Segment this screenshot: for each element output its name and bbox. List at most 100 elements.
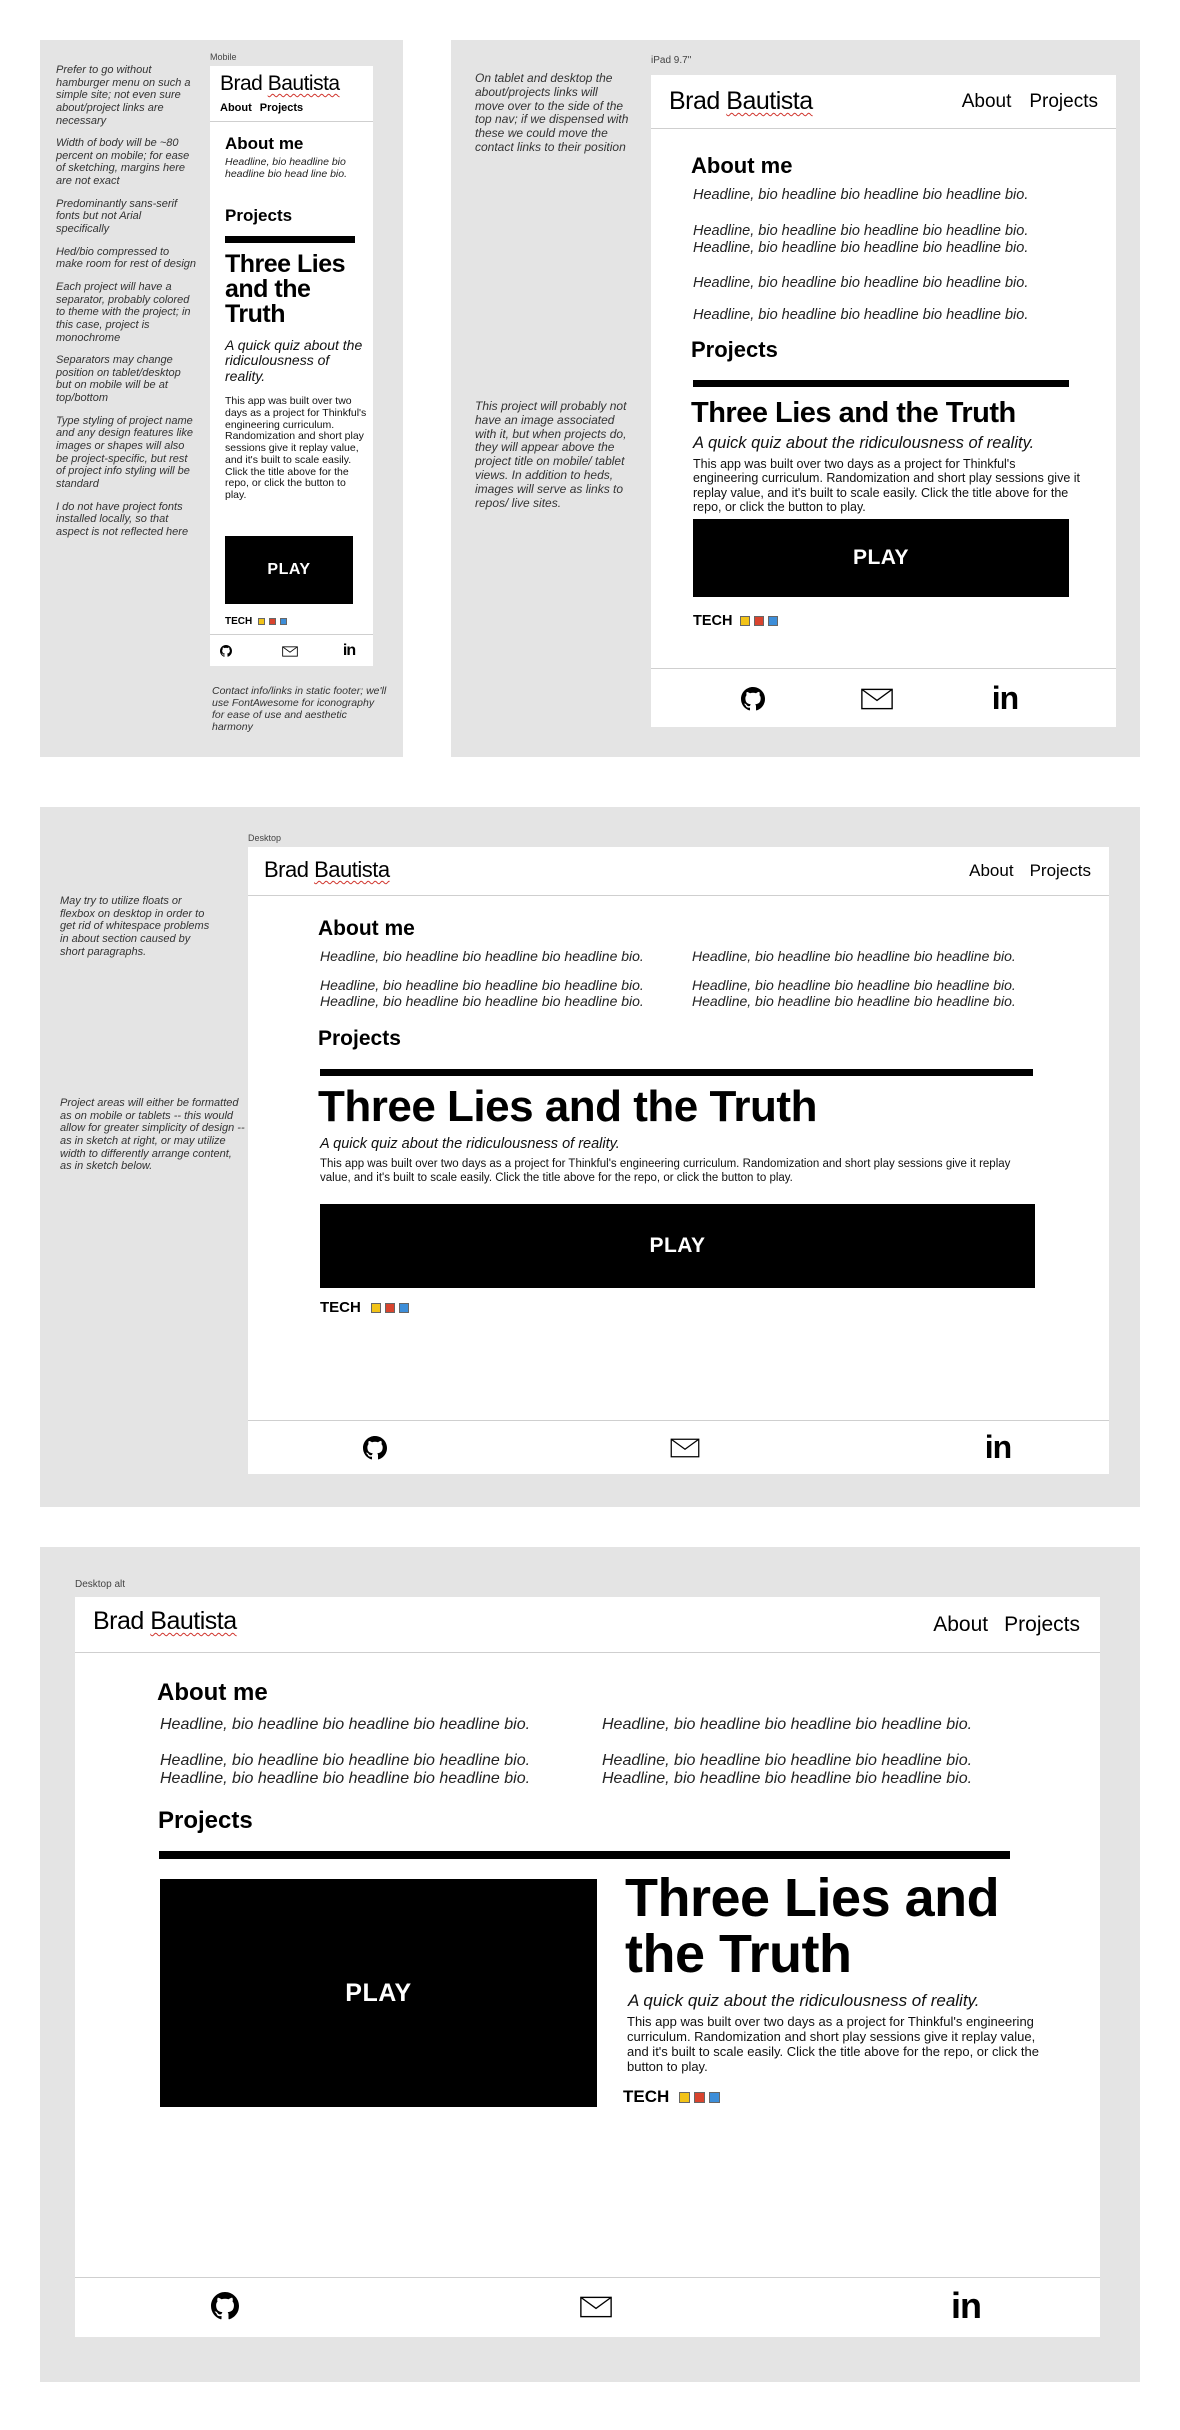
mobile-notes: Prefer to go without hamburger menu on s… (56, 64, 196, 549)
site-name[interactable]: Brad Bautista (264, 857, 390, 883)
header-divider (651, 128, 1116, 129)
project-tagline: A quick quiz about the ridiculousness of… (693, 434, 1035, 452)
nav-about-link[interactable]: About (969, 861, 1013, 881)
bio-col1-para1: Headline, bio headline bio headline bio … (160, 1716, 531, 1733)
envelope-icon[interactable] (668, 1433, 702, 1463)
bio-line: Headline, bio headline bio headline bio … (602, 1752, 973, 1769)
mobile-mockup-panel: Prefer to go without hamburger menu on s… (40, 40, 403, 757)
project-tagline: A quick quiz about the ridiculousness of… (225, 337, 363, 384)
play-button[interactable]: PLAY (225, 536, 353, 604)
note-mobile-1: Prefer to go without hamburger menu on s… (56, 64, 191, 127)
tech-icon-blue (280, 618, 288, 625)
github-icon[interactable] (218, 643, 234, 659)
note-mobile-2: Width of body will be ~80 percent on mob… (56, 137, 190, 188)
projects-heading: Projects (318, 1027, 401, 1050)
github-icon[interactable] (209, 2290, 241, 2322)
project-separator (320, 1069, 1033, 1076)
project-title-link[interactable]: Three Lies and the Truth (691, 397, 1016, 430)
linkedin-icon[interactable]: in (983, 679, 1027, 717)
bio-col1-para1: Headline, bio headline bio headline bio … (320, 948, 644, 964)
nav-projects-link[interactable]: Projects (1004, 1613, 1080, 1637)
tech-icon-red (384, 1302, 395, 1313)
site-name-last: Bautista (267, 72, 340, 95)
site-name[interactable]: Brad Bautista (669, 87, 813, 116)
project-description: This app was built over two days as a pr… (225, 395, 367, 501)
project-description: This app was built over two days as a pr… (693, 457, 1081, 515)
mobile-frame: Brad Bautista About Projects About me He… (210, 66, 373, 666)
site-footer: in (75, 2277, 1100, 2337)
tech-icon-yellow (679, 2091, 691, 2103)
bio-line: Headline, bio headline bio headline bio … (160, 1770, 531, 1788)
header-divider (75, 1652, 1100, 1653)
mobile-bio: Headline, bio headline bio headline bio … (225, 156, 348, 181)
nav-projects-link[interactable]: Projects (1029, 91, 1098, 113)
ipad-mockup-panel: On tablet and desktop the about/projects… (451, 40, 1140, 757)
tech-stack: TECH (320, 1299, 409, 1316)
bio-paragraph-1: Headline, bio headline bio headline bio … (693, 187, 1029, 203)
nav-projects-link[interactable]: Projects (1030, 861, 1091, 881)
bio-paragraph-3: Headline, bio headline bio headline bio … (693, 275, 1029, 291)
github-icon[interactable] (739, 685, 767, 713)
site-name-first: Brad (669, 87, 727, 115)
frame-label-desktop: Desktop (248, 833, 282, 843)
tech-icon-blue (398, 1302, 409, 1313)
play-button[interactable]: PLAY (160, 1879, 597, 2107)
desktop-alt-mockup-panel: Desktop alt Brad Bautista About Projects… (40, 1547, 1140, 2382)
tech-stack: TECH (623, 2087, 721, 2107)
project-separator (225, 236, 355, 243)
desktop-frame: Brad Bautista About Projects About me He… (248, 847, 1109, 1474)
frame-label-desktop-alt: Desktop alt (75, 1579, 126, 1590)
bio-line: Headline, bio headline bio headline bio … (692, 993, 1016, 1010)
site-name[interactable]: Brad Bautista (93, 1607, 237, 1636)
note-mobile-7: Type styling of project name and any des… (56, 414, 193, 490)
note-mobile-4: Hed/bio compressed to make room for rest… (56, 245, 197, 271)
play-button[interactable]: PLAY (693, 519, 1069, 597)
linkedin-icon[interactable]: in (943, 2284, 989, 2328)
nav-about-link[interactable]: About (962, 91, 1012, 113)
tech-icon-yellow (370, 1302, 381, 1313)
note-mobile-6: Separators may change position on tablet… (56, 354, 181, 405)
projects-heading: Projects (158, 1807, 253, 1834)
top-nav: About Projects (220, 102, 303, 114)
tech-icon-yellow (258, 618, 266, 625)
nav-about-link[interactable]: About (933, 1613, 988, 1637)
bio-paragraph-4: Headline, bio headline bio headline bio … (693, 307, 1029, 323)
site-name[interactable]: Brad Bautista (220, 72, 340, 96)
project-separator (159, 1851, 1010, 1859)
site-footer: in (248, 1420, 1109, 1474)
nav-projects-link[interactable]: Projects (260, 102, 303, 114)
bio-col2-para2: Headline, bio headline bio headline bio … (692, 977, 1016, 1009)
site-name-last: Bautista (150, 1607, 237, 1635)
tech-icon-red (269, 618, 277, 625)
ipad-frame: Brad Bautista About Projects About me He… (651, 75, 1116, 727)
bio-line: Headline, bio headline bio headline bio … (320, 993, 644, 1010)
top-nav: About Projects (933, 1613, 1080, 1637)
project-title-link[interactable]: Three Lies and the Truth (318, 1082, 817, 1132)
tech-stack: TECH (225, 616, 288, 627)
nav-about-link[interactable]: About (220, 102, 252, 114)
note-mobile-5: Each project will have a separator, prob… (56, 280, 191, 344)
envelope-icon[interactable] (280, 643, 300, 659)
linkedin-icon[interactable]: in (336, 640, 362, 662)
envelope-icon[interactable] (577, 2292, 615, 2322)
project-title-link[interactable]: Three Lies and the Truth (225, 252, 365, 327)
note-mobile-8: I do not have project fonts installed lo… (56, 500, 189, 538)
ipad-note-nav: On tablet and desktop the about/projects… (475, 71, 629, 154)
tech-label: TECH (320, 1299, 361, 1316)
site-name-first: Brad (93, 1607, 151, 1635)
project-description: This app was built over two days as a pr… (627, 2014, 1039, 2074)
play-button[interactable]: PLAY (320, 1204, 1035, 1288)
tech-icon-red (694, 2091, 706, 2103)
envelope-icon[interactable] (859, 685, 895, 713)
github-icon[interactable] (360, 1433, 390, 1463)
desktop-mockup-panel: May try to utilize floats or flexbox on … (40, 807, 1140, 1507)
project-tagline: A quick quiz about the ridiculousness of… (320, 1136, 620, 1152)
bio-line: Headline, bio headline bio headline bio … (160, 1752, 531, 1769)
bio-col1-para2: Headline, bio headline bio headline bio … (320, 977, 644, 1009)
bio-line: Headline, bio headline bio headline bio … (693, 239, 1029, 256)
tech-icon-blue (768, 616, 779, 626)
project-title-link[interactable]: Three Lies and the Truth (625, 1870, 1045, 1982)
project-separator (693, 380, 1069, 387)
tech-stack: TECH (693, 613, 779, 629)
linkedin-icon[interactable]: in (976, 1427, 1020, 1467)
